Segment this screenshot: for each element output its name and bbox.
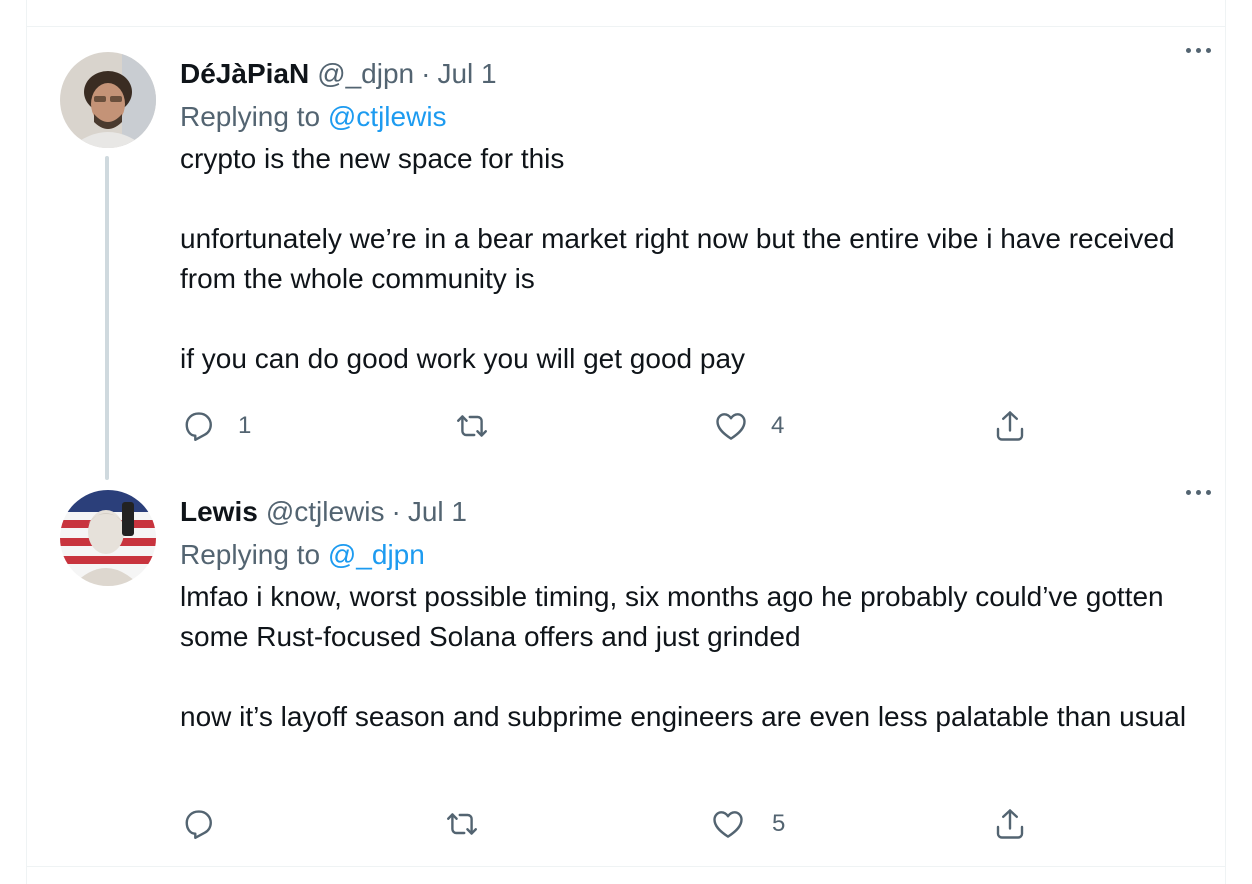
more-options-button[interactable] — [1178, 40, 1218, 60]
user-handle[interactable]: @_djpn — [317, 54, 414, 94]
replying-prefix: Replying to — [180, 539, 321, 570]
display-name[interactable]: DéJàPiaN — [180, 54, 309, 94]
reply-count: 1 — [238, 412, 252, 439]
more-options-button[interactable] — [1178, 482, 1218, 502]
display-name[interactable]: Lewis — [180, 492, 258, 532]
avatar[interactable] — [60, 490, 156, 586]
tweet-paragraph: crypto is the new space for this — [180, 143, 565, 174]
share-button[interactable] — [992, 802, 1028, 846]
separator: · — [391, 496, 401, 527]
tweet-paragraph: now it’s layoff season and subprime engi… — [180, 701, 1187, 732]
tweet-content: Lewis @ctjlewis · Jul 1 Replying to @_dj… — [180, 492, 1196, 737]
tweet-text: lmfao i know, worst possible timing, six… — [180, 577, 1196, 737]
like-count: 5 — [772, 810, 786, 837]
tweet-paragraph: if you can do good work you will get goo… — [180, 343, 746, 374]
replying-to-mention[interactable]: @_djpn — [328, 539, 425, 570]
replying-prefix: Replying to — [180, 101, 321, 132]
tweet-actions: 5 — [180, 802, 1060, 846]
like-count: 4 — [771, 412, 785, 439]
tweet-header: DéJàPiaN @_djpn · Jul 1 — [180, 54, 1196, 94]
user-handle[interactable]: @ctjlewis — [266, 492, 385, 532]
heart-icon — [713, 811, 743, 838]
replying-to: Replying to @ctjlewis — [180, 97, 1196, 137]
retweet-icon — [457, 415, 487, 437]
reply-icon — [185, 412, 212, 441]
reply-button[interactable] — [180, 802, 238, 846]
more-icon — [1185, 489, 1191, 495]
tweet-actions: 1 4 — [180, 404, 1060, 448]
share-button[interactable] — [992, 404, 1028, 448]
share-icon — [996, 809, 1024, 839]
tweet[interactable]: Lewis @ctjlewis · Jul 1 Replying to @_dj… — [26, 470, 1226, 860]
tweet-paragraph: lmfao i know, worst possible timing, six… — [180, 581, 1164, 652]
tweet-content: DéJàPiaN @_djpn · Jul 1 Replying to @ctj… — [180, 54, 1196, 379]
reply-icon — [185, 810, 212, 839]
avatar[interactable] — [60, 52, 156, 148]
tweet-text: crypto is the new space for this unfortu… — [180, 139, 1196, 379]
divider-top — [26, 26, 1226, 27]
heart-icon — [716, 413, 746, 440]
tweet-header: Lewis @ctjlewis · Jul 1 — [180, 492, 1196, 532]
replying-to-mention[interactable]: @ctjlewis — [328, 101, 447, 132]
separator: · — [421, 58, 431, 89]
share-icon — [996, 411, 1024, 441]
replying-to: Replying to @_djpn — [180, 535, 1196, 575]
retweet-button[interactable] — [454, 404, 512, 448]
tweet-paragraph: unfortunately we’re in a bear market rig… — [180, 223, 1175, 294]
reply-button[interactable]: 1 — [180, 404, 251, 448]
tweet[interactable]: DéJàPiaN @_djpn · Jul 1 Replying to @ctj… — [26, 28, 1226, 468]
like-button[interactable]: 5 — [710, 802, 785, 846]
more-icon — [1185, 47, 1191, 53]
tweet-date[interactable]: Jul 1 — [408, 492, 467, 532]
divider-bottom — [26, 866, 1226, 867]
tweet-date[interactable]: Jul 1 — [437, 54, 496, 94]
retweet-button[interactable] — [444, 802, 502, 846]
like-button[interactable]: 4 — [713, 404, 784, 448]
retweet-icon — [447, 813, 477, 835]
